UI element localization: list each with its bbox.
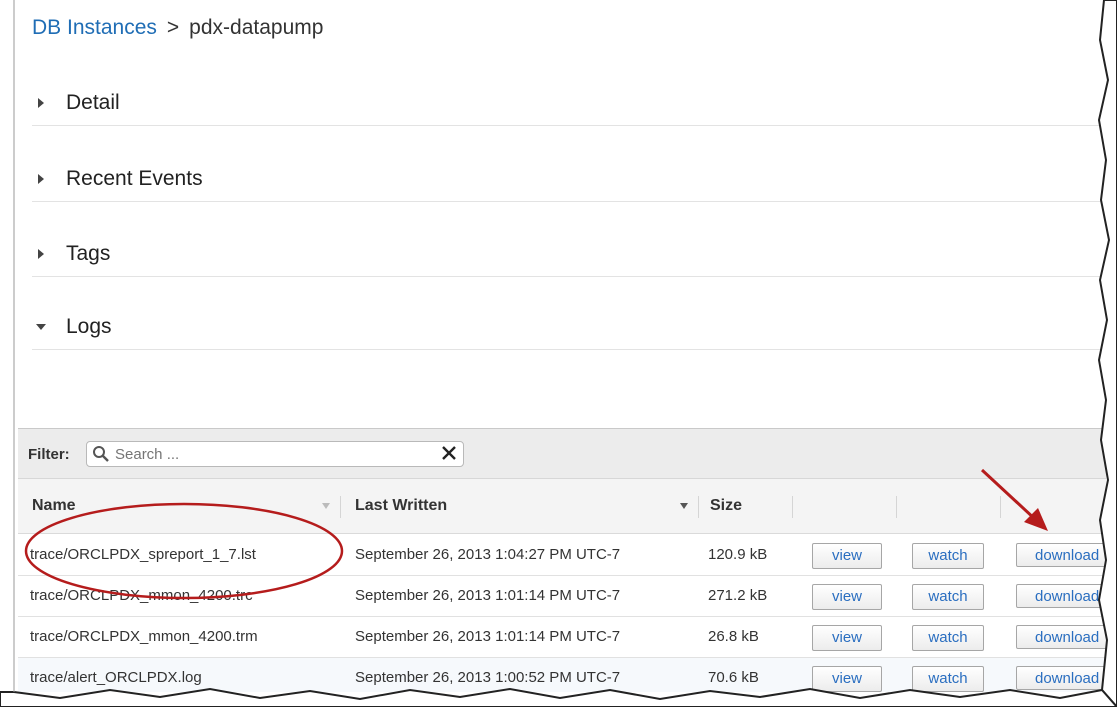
torn-edge-decoration: [0, 0, 1117, 707]
